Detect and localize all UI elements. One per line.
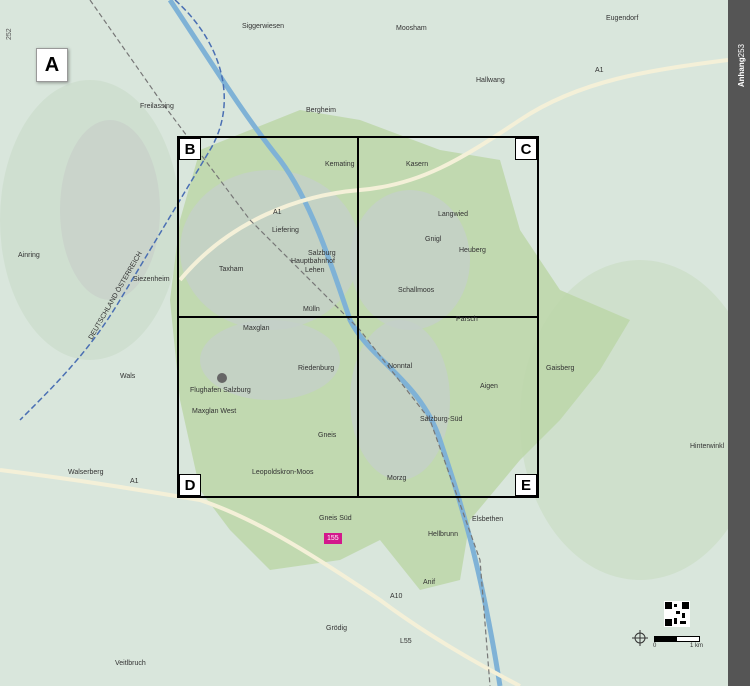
grid-label-c[interactable]: C <box>515 138 537 160</box>
place-label: Morzg <box>387 475 407 482</box>
place-label: Schallmoos <box>398 287 435 294</box>
qr-code[interactable] <box>664 601 690 627</box>
place-label: Aigen <box>480 383 498 390</box>
road-label: A1 <box>130 478 139 485</box>
grid-label-e[interactable]: E <box>515 474 537 496</box>
place-label: Maxglan <box>243 325 270 332</box>
place-label: Kemating <box>325 161 355 168</box>
scale-start: 0 <box>653 643 657 649</box>
scale-end: 1 km <box>690 643 704 649</box>
place-label: Langwied <box>438 211 468 218</box>
place-label: Lehen <box>305 267 325 274</box>
place-label: Grödig <box>326 625 347 632</box>
place-label: Wals <box>120 373 136 380</box>
place-label: Veitlbruch <box>115 660 146 667</box>
grid-label-b[interactable]: B <box>179 138 201 160</box>
sidebar-page: 253 <box>737 44 746 58</box>
locate-icon[interactable] <box>632 630 648 646</box>
place-label: Taxham <box>219 266 244 273</box>
place-label: Flughafen Salzburg <box>190 387 251 394</box>
place-label: Nonntal <box>388 363 413 370</box>
place-label: Gnigl <box>425 236 442 243</box>
place-label: Freilassing <box>140 103 174 110</box>
place-label: Walserberg <box>68 469 104 476</box>
grid-label-d[interactable]: D <box>179 474 201 496</box>
place-label: Siggerwiesen <box>242 23 284 30</box>
place-label: Salzburg-Süd <box>420 416 463 423</box>
road-label: A1 <box>273 209 282 216</box>
place-label: Bergheim <box>306 107 336 114</box>
place-label: Anif <box>423 579 435 586</box>
place-label: Gneis <box>318 432 337 439</box>
place-label: Moosham <box>396 25 427 32</box>
place-label: Riedenburg <box>298 365 334 372</box>
page-sidebar: Anhang253 <box>728 0 750 686</box>
location-marker[interactable]: 155 <box>324 533 342 544</box>
place-label: Hellbrunn <box>428 531 458 538</box>
place-label: Gaisberg <box>546 365 575 372</box>
airport-icon <box>217 373 227 383</box>
road-label: A1 <box>595 67 604 74</box>
edge-page-ref: 252 <box>6 28 13 40</box>
city-map[interactable]: Siggerwiesen Moosham Eugendorf Freilassing H… <box>0 0 728 686</box>
place-label: Mülln <box>303 306 320 313</box>
place-label: Liefering <box>272 227 299 234</box>
road-label: L55 <box>400 638 412 645</box>
place-label: Hallwang <box>476 77 505 84</box>
place-label: Siezenheim <box>133 276 170 283</box>
sidebar-section: Anhang <box>737 57 746 88</box>
place-label: Leopoldskron-Moos <box>252 469 314 476</box>
place-label: Heuberg <box>459 247 486 254</box>
place-label: Eugendorf <box>606 15 638 22</box>
place-label: Maxglan West <box>192 408 236 415</box>
place-label: Ainring <box>18 252 40 259</box>
place-label: Kasern <box>406 161 428 168</box>
place-label: Hinterwinkl <box>690 443 725 450</box>
road-label: A10 <box>390 593 403 600</box>
place-label: Gneis Süd <box>319 515 352 522</box>
map-letter-badge: A <box>36 48 68 82</box>
urban-area-freilassing <box>60 120 160 300</box>
scale-bar <box>654 636 700 642</box>
place-label: Parsch <box>456 316 478 323</box>
place-label: Elsbethen <box>472 516 503 523</box>
